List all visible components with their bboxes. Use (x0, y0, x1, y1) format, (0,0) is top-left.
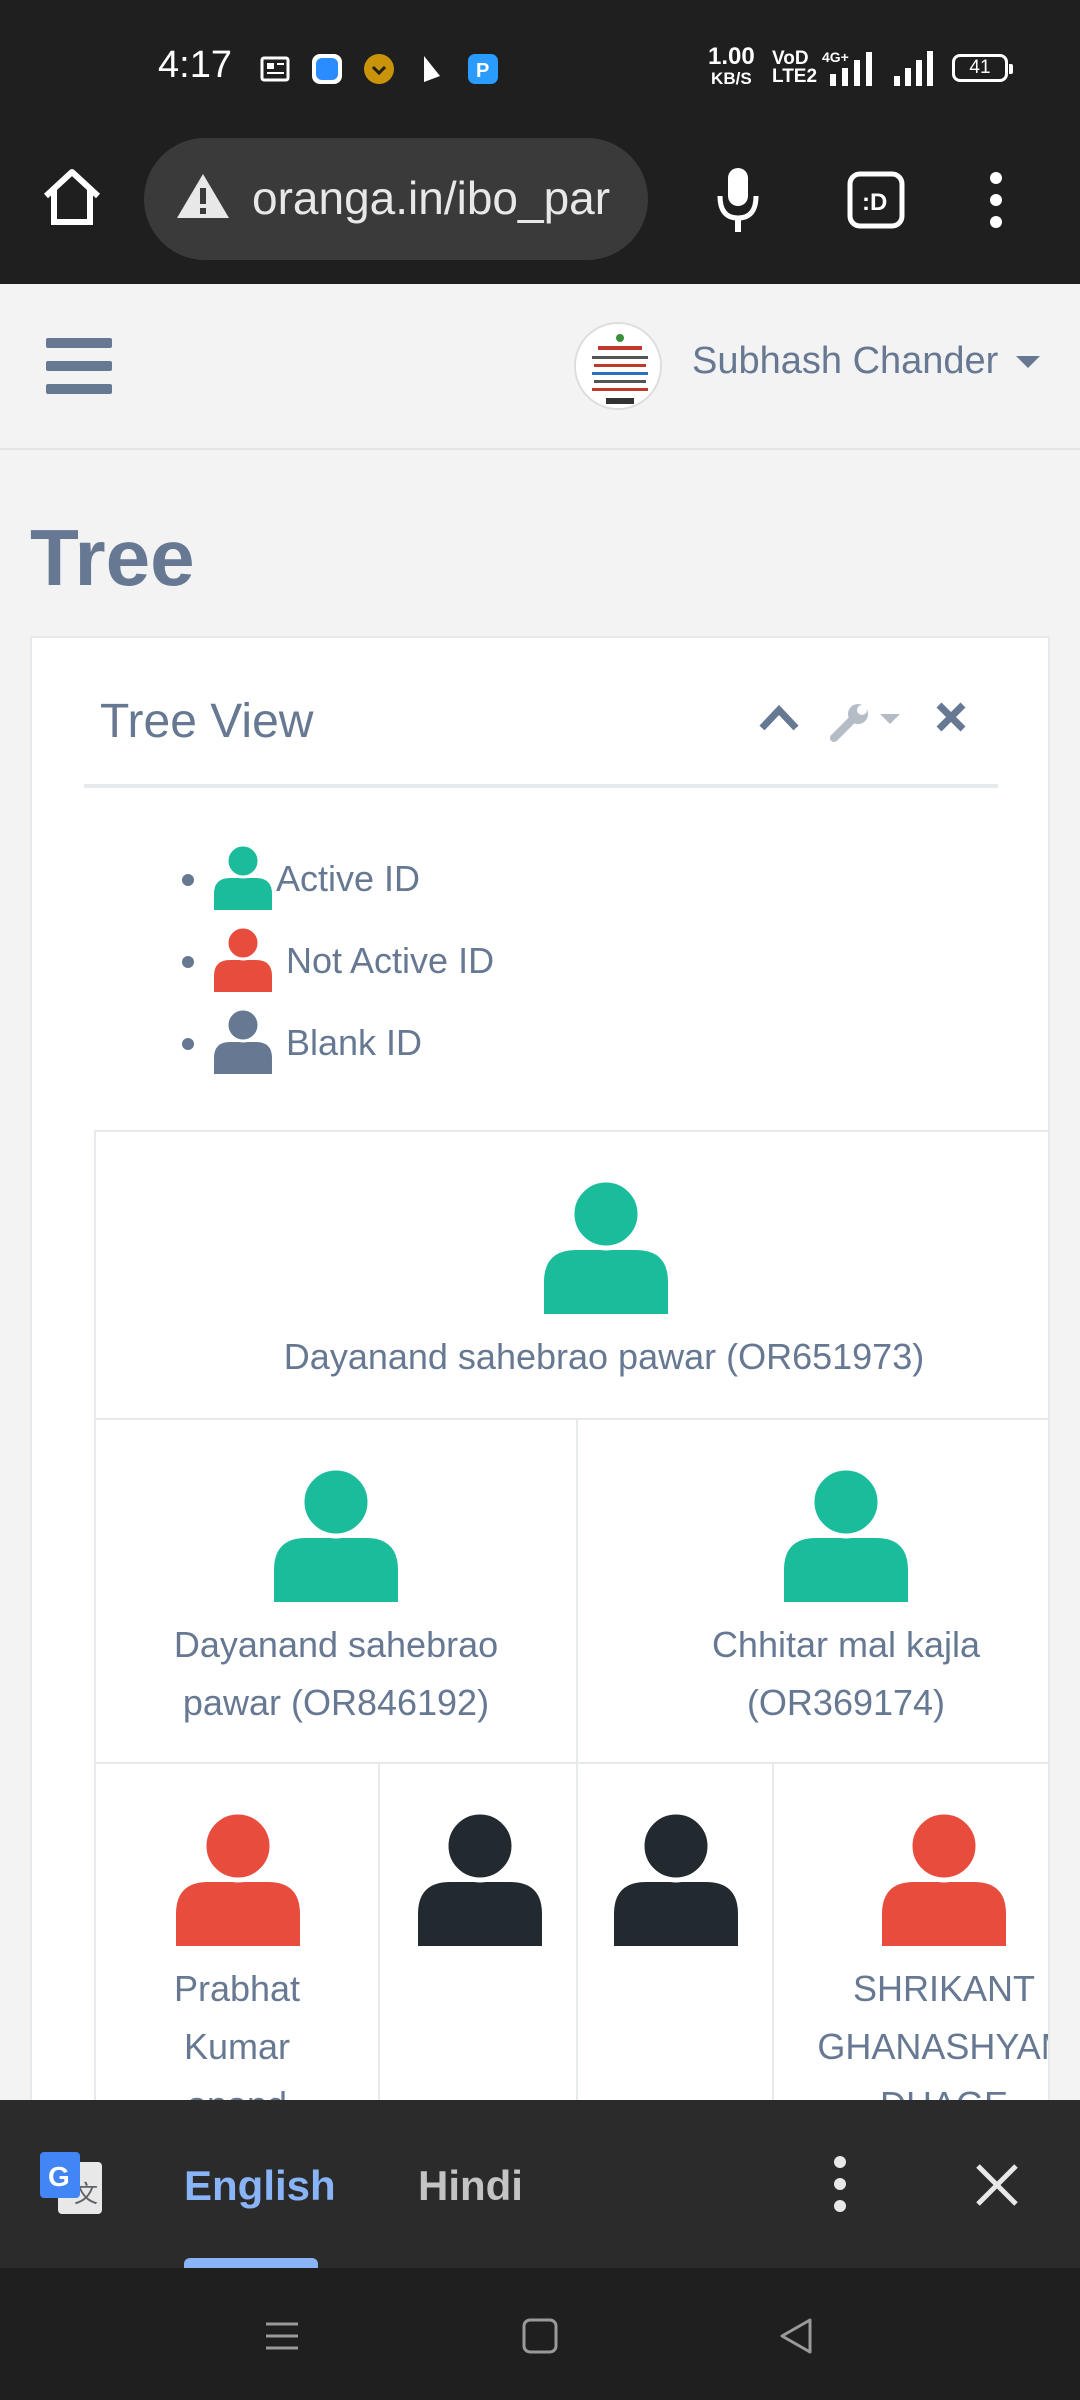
more-vert-icon[interactable] (830, 2154, 850, 2214)
user-blank-icon (418, 1810, 542, 1946)
warning-icon[interactable] (174, 170, 232, 222)
page-title: Tree (30, 513, 195, 602)
panel-divider (84, 784, 998, 788)
user-active-icon (784, 1466, 908, 1602)
user-active-icon (274, 1466, 398, 1602)
home-nav-icon[interactable] (520, 2316, 560, 2356)
tree-node-root[interactable]: Dayanand sahebrao pawar (OR651973) (94, 1130, 1050, 1420)
sail-icon (424, 56, 440, 82)
svg-text:4G+: 4G+ (822, 49, 849, 65)
legend-label: Active ID (276, 858, 421, 899)
url-text[interactable]: oranga.in/ibo_par (252, 171, 610, 225)
translate-bar: 文 G English Hindi (0, 2100, 1080, 2268)
home-icon[interactable] (40, 166, 104, 228)
selected-tab-indicator (184, 2258, 318, 2268)
legend-label: Blank ID (286, 1022, 423, 1063)
battery-icon: 41 (952, 54, 1013, 82)
wrench-icon[interactable] (828, 700, 908, 744)
tree-node-label[interactable]: Dayanand sahebrao pawar (OR846192) (96, 1616, 576, 1732)
legend-label: Not Active ID (286, 940, 495, 981)
news-icon (260, 56, 290, 82)
tree-node-left[interactable]: Dayanand sahebrao pawar (OR846192) (94, 1418, 578, 1764)
net-speed: 1.00 KB/S (708, 43, 755, 89)
panel-title: Tree View (100, 695, 314, 748)
language-tab-english[interactable]: English (184, 2162, 336, 2210)
tree-node-right[interactable]: Chhitar mal kajla (OR369174) (576, 1418, 1050, 1764)
svg-text::D: :D (862, 189, 887, 216)
user-blank-icon (614, 1810, 738, 1946)
more-vert-icon[interactable] (986, 170, 1006, 230)
system-nav-bar (0, 2268, 1080, 2400)
user-not-active-icon (214, 926, 272, 992)
tree-node-label[interactable]: Chhitar mal kajla (OR369174) (586, 1616, 1048, 1732)
svg-text:P: P (476, 60, 489, 82)
status-bar: 4:17 P 1.00 KB/S VoD LTE2 4G+ 41 (0, 0, 1080, 132)
google-translate-icon[interactable]: 文 G (38, 2150, 106, 2218)
user-active-icon (214, 844, 272, 910)
close-icon[interactable] (974, 2162, 1020, 2208)
svg-text:G: G (48, 2161, 70, 2192)
tab-switcher-icon[interactable]: :D (846, 170, 906, 230)
signal-icon (894, 51, 933, 86)
hamburger-menu-icon[interactable] (46, 338, 112, 394)
bullet (182, 1038, 194, 1050)
signal-4g-icon: 4G+ (822, 49, 872, 86)
user-active-icon (544, 1178, 668, 1314)
app-blue-icon (312, 54, 342, 84)
download-coin-icon (364, 54, 394, 84)
language-tab-hindi[interactable]: Hindi (418, 2162, 523, 2210)
app-header: Subhash Chander (0, 284, 1080, 450)
address-bar[interactable]: oranga.in/ibo_par (144, 138, 648, 260)
collapse-chevron-up-icon[interactable] (758, 700, 800, 736)
user-inactive-icon (882, 1810, 1006, 1946)
user-dropdown-caret-icon[interactable] (1016, 356, 1040, 368)
bullet (182, 956, 194, 968)
bullet (182, 874, 194, 886)
recent-apps-icon[interactable] (262, 2316, 302, 2356)
browser-toolbar: oranga.in/ibo_par :D (0, 132, 1080, 284)
user-name[interactable]: Subhash Chander (692, 340, 998, 383)
close-icon[interactable] (934, 700, 968, 734)
avatar[interactable] (574, 322, 662, 410)
user-blank-icon (214, 1008, 272, 1074)
status-time: 4:17 (158, 44, 232, 86)
volte-indicator: VoD LTE2 (772, 48, 818, 87)
avatar-image (576, 324, 660, 408)
back-icon[interactable] (776, 2316, 816, 2356)
user-inactive-icon (176, 1810, 300, 1946)
tree-node-label[interactable]: Dayanand sahebrao pawar (OR651973) (96, 1328, 1048, 1386)
mic-icon[interactable] (714, 164, 762, 236)
app-p-icon: P (468, 54, 498, 84)
